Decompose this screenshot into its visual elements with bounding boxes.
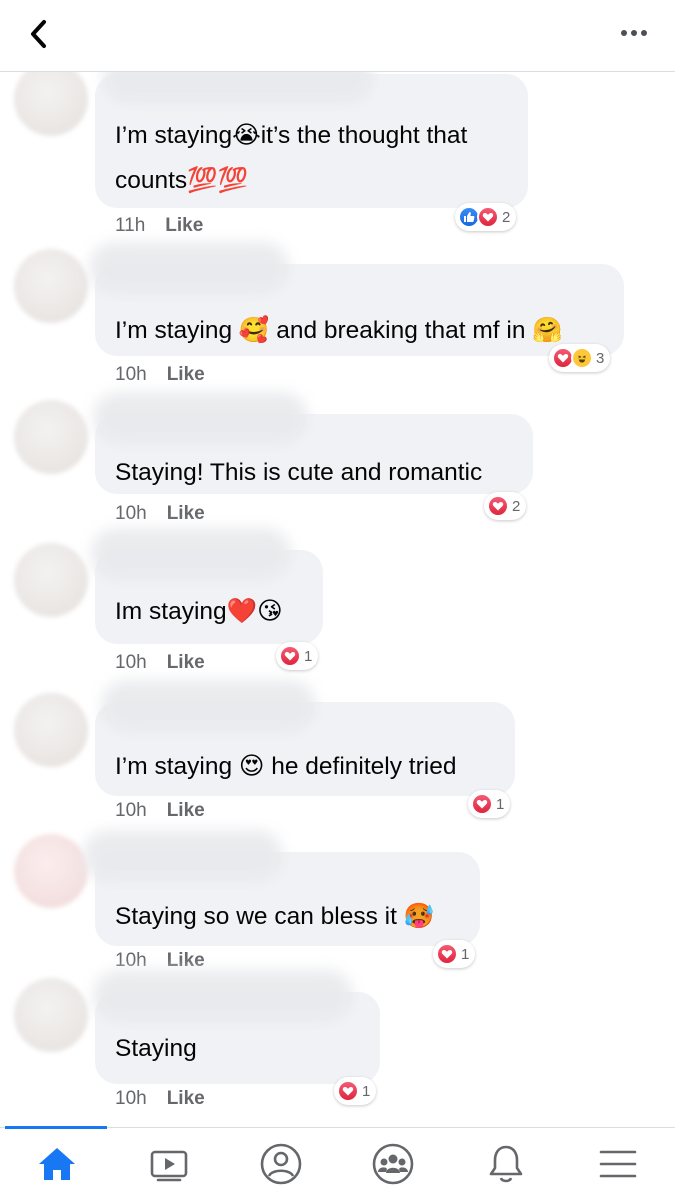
reaction-count: 3 — [596, 349, 605, 367]
love-reaction-icon — [436, 943, 458, 965]
avatar[interactable] — [14, 400, 88, 474]
author-name-redacted[interactable] — [103, 72, 373, 104]
comment-text-line: I’m staying 😍 he definitely tried — [115, 753, 457, 780]
comment-time: 10h — [115, 800, 147, 821]
back-button[interactable] — [22, 14, 56, 54]
love-reaction-icon — [471, 793, 493, 815]
comment-time: 11h — [115, 215, 146, 236]
avatar[interactable] — [14, 978, 88, 1052]
bottom-navigation — [0, 1126, 675, 1200]
tab-groups[interactable] — [363, 1138, 423, 1190]
author-name-redacted[interactable] — [101, 680, 316, 732]
like-link[interactable]: Like — [167, 800, 205, 821]
comment-list: I’m staying😭it’s the thought that counts… — [0, 72, 675, 1127]
reaction-count: 1 — [304, 647, 313, 665]
love-reaction-icon — [279, 645, 301, 667]
love-reaction-icon — [337, 1080, 359, 1102]
more-options-button[interactable] — [617, 20, 651, 46]
love-reaction-icon — [487, 495, 509, 517]
comment-text-line: Staying — [115, 1035, 197, 1062]
comment-time: 10h — [115, 1088, 147, 1109]
reaction-count: 1 — [461, 945, 470, 963]
avatar[interactable] — [14, 693, 88, 767]
author-name-redacted[interactable] — [93, 392, 308, 444]
active-tab-indicator — [5, 1126, 107, 1129]
like-link[interactable]: Like — [167, 1088, 205, 1109]
home-icon — [39, 1148, 75, 1180]
author-name-redacted[interactable] — [93, 970, 353, 1022]
comment: Im staying❤️😘 10h Like 1 — [0, 528, 675, 692]
avatar[interactable] — [14, 249, 88, 323]
author-name-redacted[interactable] — [89, 242, 289, 294]
comment-meta: 10h Like — [115, 364, 205, 386]
author-name-redacted[interactable] — [91, 528, 291, 580]
bell-icon — [489, 1145, 523, 1183]
like-link[interactable]: Like — [165, 215, 203, 236]
groups-icon — [372, 1143, 414, 1185]
like-link[interactable]: Like — [167, 652, 205, 673]
comment-bubble[interactable]: Staying so we can bless it 🥵 — [83, 830, 480, 946]
haha-reaction-icon — [571, 347, 593, 369]
comment: I’m staying 🥰 and breaking that mf in 🤗 … — [0, 242, 675, 392]
comment: Staying! This is cute and romantic 10h Li… — [0, 392, 675, 542]
more-horizontal-icon — [621, 30, 647, 36]
like-link[interactable]: Like — [167, 503, 205, 524]
reaction-count: 1 — [362, 1082, 371, 1100]
tab-profile[interactable] — [251, 1138, 311, 1190]
comment-time: 10h — [115, 503, 147, 524]
tab-home[interactable] — [27, 1138, 87, 1190]
comment-time: 10h — [115, 364, 147, 385]
comment-bubble[interactable]: Staying — [93, 970, 380, 1084]
comment-bubble[interactable]: I’m staying 🥰 and breaking that mf in 🤗 — [89, 242, 624, 356]
comment-time: 10h — [115, 950, 147, 971]
comment: I’m staying😭it’s the thought that counts… — [0, 72, 675, 242]
like-link[interactable]: Like — [167, 364, 205, 385]
tab-notifications[interactable] — [476, 1138, 536, 1190]
comment-meta: 10h Like — [115, 503, 205, 525]
like-link[interactable]: Like — [167, 950, 205, 971]
comment-meta: 10h Like — [115, 800, 205, 822]
chevron-left-icon — [31, 20, 46, 48]
comment-bubble[interactable]: Staying! This is cute and romantic — [93, 392, 533, 494]
comment-meta: 10h Like — [115, 1088, 205, 1110]
reaction-count: 1 — [496, 795, 505, 813]
comment-text-line: Staying so we can bless it 🥵 — [115, 903, 435, 930]
reaction-summary[interactable]: 2 — [455, 203, 517, 231]
comment-text-line: I’m staying😭it’s the thought that — [115, 122, 468, 149]
avatar[interactable] — [14, 543, 88, 617]
profile-icon — [260, 1143, 302, 1185]
comment: I’m staying 😍 he definitely tried 10h Lik… — [0, 680, 675, 852]
reaction-summary[interactable]: 1 — [276, 642, 319, 670]
reaction-count: 2 — [512, 497, 521, 515]
comment: Staying 10h Like 1 — [0, 970, 675, 1127]
comment-text-line: I’m staying 🥰 and breaking that mf in 🤗 — [115, 317, 563, 344]
comment-bubble[interactable]: Im staying❤️😘 — [91, 528, 323, 644]
comment-text-line: Im staying❤️😘 — [115, 598, 283, 625]
tab-watch[interactable] — [139, 1138, 199, 1190]
top-bar — [0, 0, 675, 72]
menu-icon — [599, 1150, 637, 1178]
author-name-redacted[interactable] — [83, 830, 283, 882]
comment-text-line: counts💯💯 — [115, 167, 249, 194]
reaction-count: 2 — [502, 208, 511, 226]
comment-time: 10h — [115, 652, 147, 673]
reaction-summary[interactable]: 1 — [334, 1077, 377, 1105]
reaction-summary[interactable]: 3 — [549, 344, 611, 372]
video-icon — [150, 1150, 188, 1182]
love-reaction-icon — [477, 206, 499, 228]
reaction-summary[interactable]: 1 — [468, 790, 511, 818]
comment-bubble[interactable]: I’m staying😭it’s the thought that counts… — [95, 72, 528, 208]
comment-meta: 11h Like — [115, 215, 203, 237]
comment-meta: 10h Like — [115, 950, 205, 972]
reaction-summary[interactable]: 2 — [484, 492, 527, 520]
avatar[interactable] — [14, 72, 88, 136]
comment-meta: 10h Like — [115, 652, 205, 674]
comment-bubble[interactable]: I’m staying 😍 he definitely tried — [95, 680, 515, 796]
comment-text-line: Staying! This is cute and romantic — [115, 459, 483, 486]
tab-menu[interactable] — [588, 1138, 648, 1190]
reaction-summary[interactable]: 1 — [433, 940, 476, 968]
avatar[interactable] — [14, 834, 88, 908]
